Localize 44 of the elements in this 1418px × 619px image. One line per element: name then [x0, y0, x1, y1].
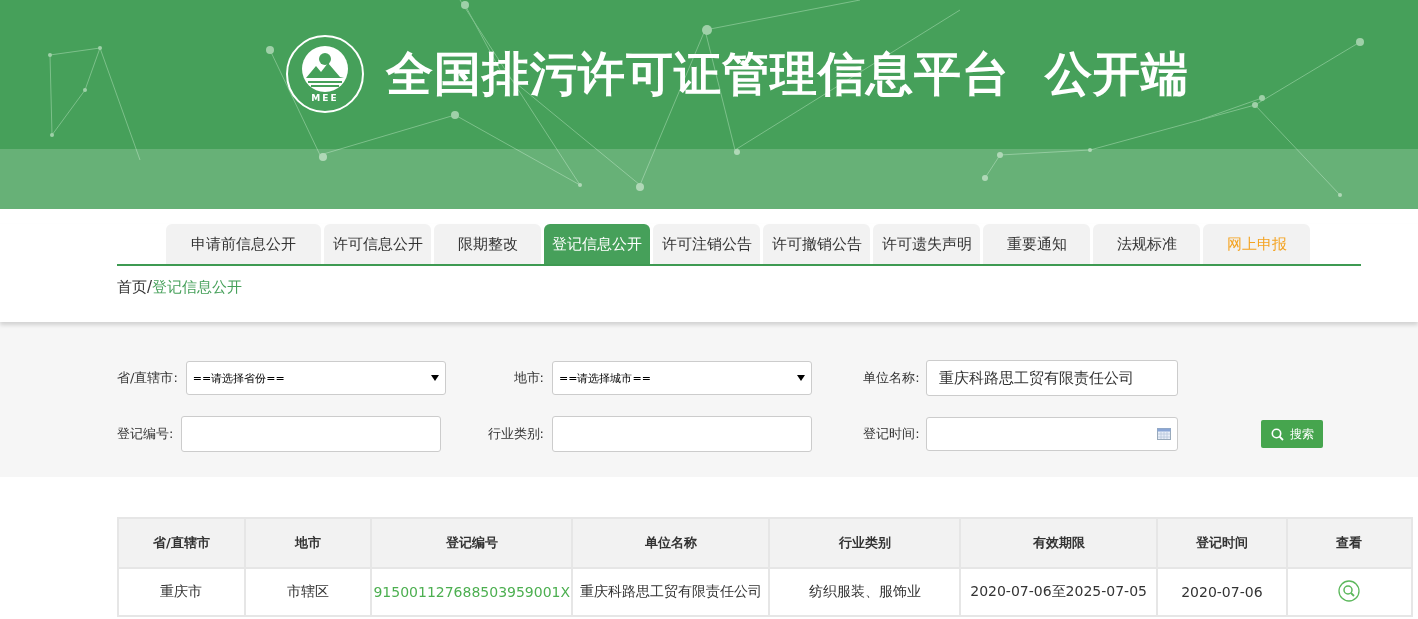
table-cell: 2020-07-06至2025-07-05 — [970, 583, 1147, 599]
column-header: 单位名称 — [572, 518, 770, 568]
input-field[interactable] — [181, 416, 442, 452]
filter-label: 登记时间: — [862, 425, 920, 443]
filter-label: 省/直辖市: — [117, 369, 178, 387]
table-cell: 市辖区 — [287, 583, 330, 599]
column-header: 登记时间 — [1156, 518, 1287, 568]
search-icon — [1270, 427, 1284, 441]
input-field[interactable]: 重庆科路思工贸有限责任公司 — [925, 360, 1178, 396]
caret-icon — [430, 375, 439, 381]
logo-text: MEE — [311, 92, 339, 103]
nav-tab[interactable]: 法规标准 — [1093, 224, 1200, 264]
nav-tab[interactable]: 许可信息公开 — [324, 224, 431, 264]
table-cell: 纺织服装、服饰业 — [808, 583, 921, 599]
magnifier-icon[interactable] — [1338, 579, 1361, 602]
nav-tab[interactable]: 申请前信息公开 — [166, 224, 321, 264]
column-header: 省/直辖市 — [118, 518, 245, 568]
caret-icon — [797, 375, 805, 381]
nav-tab[interactable]: 重要通知 — [983, 224, 1090, 264]
table-cell: 重庆科路思工贸有限责任公司 — [579, 583, 762, 599]
filter-label: 单位名称: — [862, 369, 920, 387]
dropdown-field[interactable]: ==请选择城市== — [552, 361, 812, 395]
breadcrumb-home[interactable]: 首页 — [117, 278, 147, 296]
column-header: 地市 — [244, 518, 372, 568]
dropdown-field[interactable]: ==请选择省份== — [185, 361, 446, 395]
site-title: 全国排污许可证管理信息平台 公开端 — [386, 44, 1189, 103]
table-cell: 2020-07-06 — [1181, 584, 1263, 600]
column-header: 登记编号 — [371, 518, 573, 568]
nav-tab[interactable]: 许可遗失声明 — [873, 224, 980, 264]
filter-label: 地市: — [513, 369, 544, 387]
date-field[interactable] — [925, 417, 1178, 451]
input-field[interactable] — [552, 416, 812, 452]
nav-tab[interactable]: 限期整改 — [434, 224, 541, 264]
nav-tab[interactable]: 许可撤销公告 — [763, 224, 870, 264]
column-header: 有效期限 — [960, 518, 1157, 568]
breadcrumb-separator: / — [147, 278, 153, 296]
table-cell: 重庆市 — [160, 583, 203, 599]
filter-label: 行业类别: — [487, 425, 544, 443]
nav-tab[interactable]: 许可注销公告 — [653, 224, 760, 264]
filter-label: 登记编号: — [117, 425, 174, 443]
mountain-icon — [302, 45, 348, 92]
column-header: 行业类别 — [769, 518, 961, 568]
calendar-icon — [1157, 428, 1171, 440]
column-header: 查看 — [1286, 518, 1412, 568]
